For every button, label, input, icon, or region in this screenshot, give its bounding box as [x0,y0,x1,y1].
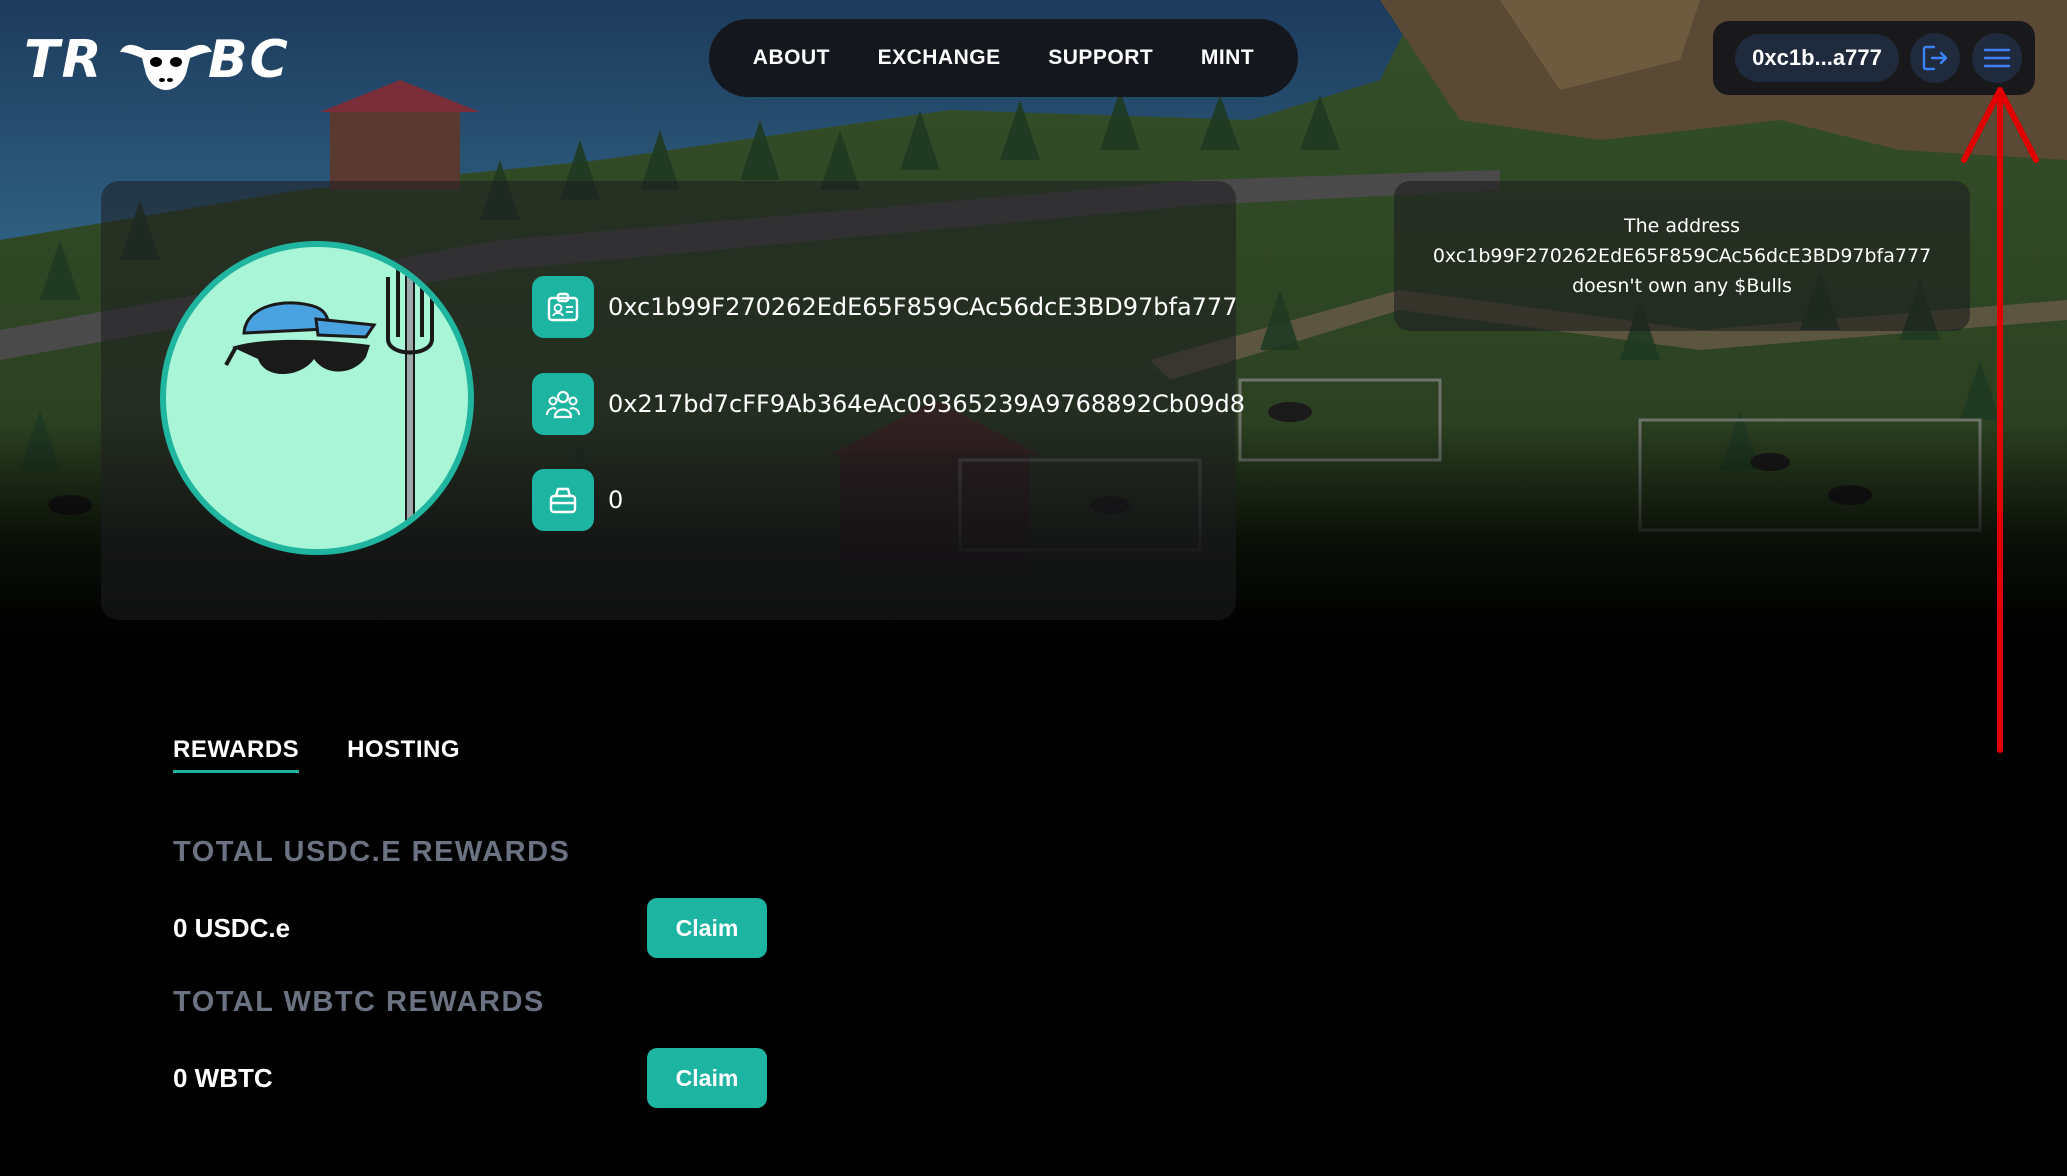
usdc-rewards-heading: TOTAL USDC.E REWARDS [173,836,571,868]
tab-rewards[interactable]: REWARDS [173,736,300,773]
id-card-icon [532,276,594,338]
farmer-nft-avatar-icon [224,267,434,549]
logout-icon [1922,45,1948,71]
inbox-tray-icon [532,469,594,531]
logo-text-left: TR [24,30,104,90]
nav-mint[interactable]: MINT [1201,46,1254,70]
wbtc-rewards-heading: TOTAL WBTC REWARDS [173,986,545,1018]
menu-button[interactable] [1972,33,2022,83]
referrer-address-value: 0x217bd7cFF9Ab364eAc09365239A9768892Cb09… [608,390,1246,418]
balance-row: 0 [532,469,623,531]
ownership-notice: The address 0xc1b99F270262EdE65F859CAc56… [1394,181,1970,331]
balance-value: 0 [608,486,624,514]
site-logo[interactable]: TR BC [24,22,306,94]
users-group-icon [532,373,594,435]
notice-line-2: 0xc1b99F270262EdE65F859CAc56dcE3BD97bfa7… [1432,245,1932,267]
hamburger-menu-icon [1983,48,2011,68]
wallet-address-value: 0xc1b99F270262EdE65F859CAc56dcE3BD97bfa7… [608,293,1238,321]
tab-hosting[interactable]: HOSTING [347,736,460,773]
claim-wbtc-button[interactable]: Claim [647,1048,767,1108]
profile-avatar [160,241,474,555]
profile-tabs: REWARDS HOSTING [173,736,508,773]
usdc-rewards-amount: 0 USDC.e [173,913,291,943]
wallet-address-row: 0xc1b99F270262EdE65F859CAc56dcE3BD97bfa7… [532,276,1237,338]
claim-usdc-button[interactable]: Claim [647,898,767,958]
nav-exchange[interactable]: EXCHANGE [878,46,1001,70]
wbtc-rewards-amount: 0 WBTC [173,1063,273,1093]
wallet-address-button[interactable]: 0xc1b...a777 [1735,34,1899,82]
logo-text-right: BC [208,30,290,90]
main-nav: ABOUT EXCHANGE SUPPORT MINT [709,19,1298,97]
notice-line-3: doesn't own any $Bulls [1572,275,1792,297]
bull-skull-icon [120,44,212,90]
account-bar: 0xc1b...a777 [1713,21,2035,95]
logout-button[interactable] [1910,33,1960,83]
nav-support[interactable]: SUPPORT [1048,46,1153,70]
nav-about[interactable]: ABOUT [753,46,830,70]
notice-line-1: The address [1623,215,1741,237]
referrer-address-row: 0x217bd7cFF9Ab364eAc09365239A9768892Cb09… [532,373,1245,435]
